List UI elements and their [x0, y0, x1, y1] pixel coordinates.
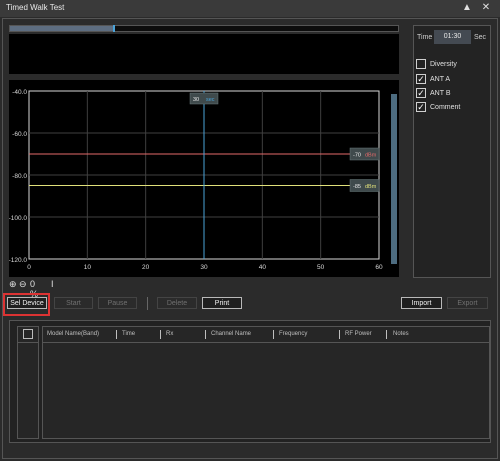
x-tick-label: 30	[200, 264, 208, 271]
level-label-value: -70	[353, 153, 361, 159]
title-bar: Timed Walk Test ▲ ✕	[0, 0, 500, 17]
zoom-in-icon[interactable]: ⊕	[9, 279, 17, 290]
walk-progress-bar	[9, 25, 399, 32]
x-tick-label: 10	[84, 264, 92, 271]
time-unit: Sec	[474, 34, 487, 41]
zoom-cursor-icon[interactable]: I	[51, 279, 54, 289]
column-divider	[160, 330, 161, 339]
import-button[interactable]: Import	[401, 297, 442, 309]
time-field[interactable]: 01:30	[434, 30, 471, 44]
select-all-checkbox[interactable]	[23, 329, 33, 339]
level-label-unit: dBm	[365, 153, 377, 159]
column-divider	[386, 330, 387, 339]
rf-level-chart-panel: 0 10 20 30 40 50 60 -40.0 -60.0 -80.0 -100.0 -120.0…	[9, 80, 399, 277]
results-table: Model Name(Band) Time Rx Channel Name Fr…	[42, 326, 490, 439]
ant-b-label: ANT B	[430, 90, 451, 97]
print-button[interactable]: Print	[202, 297, 242, 309]
collapse-icon[interactable]: ▲	[460, 1, 474, 15]
column-divider	[205, 330, 206, 339]
x-tick-label: 60	[375, 264, 383, 271]
pause-button[interactable]: Pause	[98, 297, 137, 309]
close-icon[interactable]: ✕	[479, 1, 493, 15]
export-button[interactable]: Export	[447, 297, 488, 309]
ant-b-checkbox[interactable]: ✓	[416, 88, 426, 98]
chart-scrollbar[interactable]	[391, 94, 397, 264]
diversity-label: Diversity	[430, 61, 457, 68]
column-divider	[339, 330, 340, 339]
x-tick-label: 0	[27, 264, 31, 271]
comment-label: Comment	[430, 104, 461, 111]
zoom-out-icon[interactable]: ⊖	[19, 279, 27, 290]
time-cursor-unit: sec	[206, 97, 215, 103]
start-button[interactable]: Start	[54, 297, 93, 309]
rf-trace-panel	[9, 34, 399, 74]
settings-panel: Time 01:30 Sec Diversity ✓ ANT A ✓ ANT B…	[413, 25, 491, 278]
x-tick-label: 50	[317, 264, 325, 271]
column-divider	[116, 330, 117, 339]
walk-progress-marker	[112, 25, 115, 32]
window-title: Timed Walk Test	[6, 3, 65, 12]
y-tick-label: -120.0	[9, 257, 27, 264]
rf-level-chart: 0 10 20 30 40 50 60 -40.0 -60.0 -80.0 -100.0 -120.0…	[9, 89, 383, 271]
level-label-unit: dBm	[365, 184, 377, 190]
column-header-frequency[interactable]: Frequency	[279, 331, 307, 337]
ant-a-label: ANT A	[430, 76, 451, 83]
level-label-value: -85	[353, 184, 361, 190]
header-divider	[18, 342, 38, 343]
walk-progress-fill	[10, 26, 115, 31]
column-header-rf-power[interactable]: RF Power	[345, 331, 372, 337]
results-list: Model Name(Band) Time Rx Channel Name Fr…	[9, 320, 491, 443]
column-header-channel-name[interactable]: Channel Name	[211, 331, 251, 337]
y-tick-label: -40.0	[12, 89, 27, 96]
column-header-time[interactable]: Time	[122, 331, 135, 337]
select-column	[17, 326, 39, 439]
toolbar-separator	[147, 297, 148, 310]
delete-button[interactable]: Delete	[157, 297, 197, 309]
time-label: Time	[417, 34, 433, 41]
y-tick-label: -80.0	[12, 173, 27, 180]
y-tick-label: -100.0	[9, 215, 27, 222]
ant-a-checkbox[interactable]: ✓	[416, 74, 426, 84]
comment-checkbox[interactable]: ✓	[416, 102, 426, 112]
x-tick-label: 20	[142, 264, 150, 271]
x-tick-label: 40	[259, 264, 267, 271]
time-cursor-value: 30	[193, 97, 199, 103]
column-divider	[273, 330, 274, 339]
y-tick-label: -60.0	[12, 131, 27, 138]
column-header-notes[interactable]: Notes	[393, 331, 409, 337]
header-divider	[43, 342, 489, 343]
diversity-checkbox[interactable]	[416, 59, 426, 69]
column-header-rx[interactable]: Rx	[166, 331, 173, 337]
column-header-model[interactable]: Model Name(Band)	[47, 331, 99, 337]
sel-device-button[interactable]: Sel Device	[7, 297, 47, 309]
